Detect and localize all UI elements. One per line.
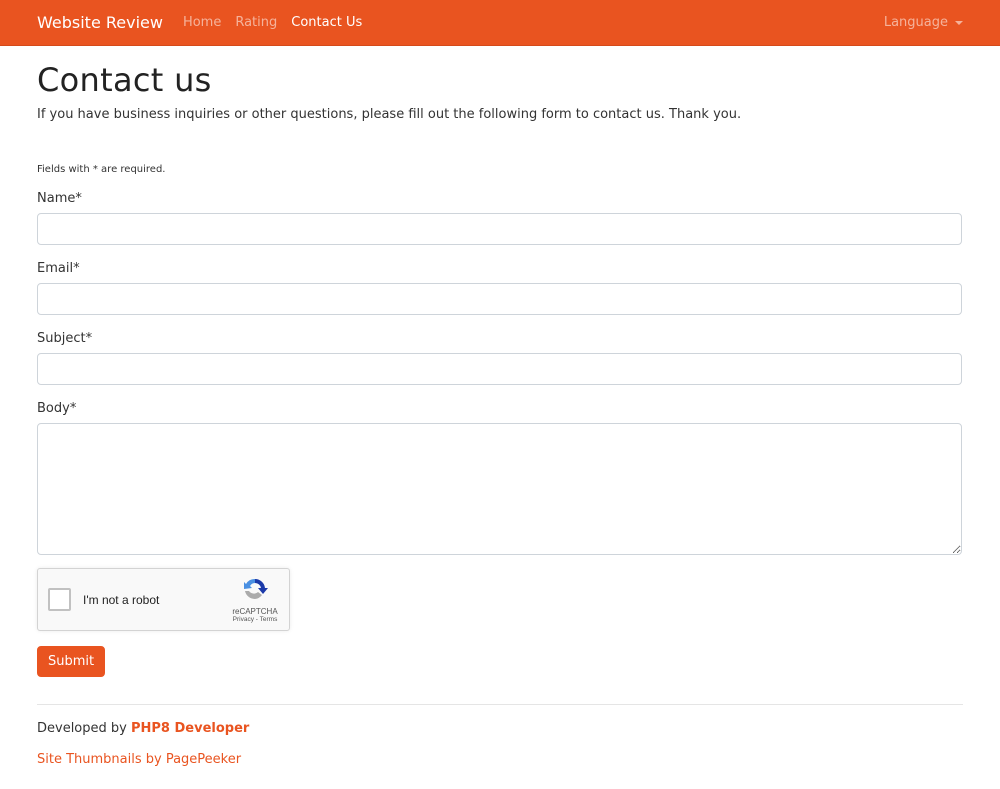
subject-input[interactable]	[37, 353, 962, 385]
name-label: Name*	[37, 191, 82, 206]
recaptcha-checkbox[interactable]	[48, 588, 71, 611]
pagepeeker-link[interactable]: Site Thumbnails by PagePeeker	[37, 752, 241, 767]
nav-contact-us[interactable]: Contact Us	[291, 15, 362, 30]
developer-link[interactable]: PHP8 Developer	[131, 721, 249, 736]
developed-by: Developed by PHP8 Developer	[37, 721, 963, 736]
main-content: Contact us If you have business inquirie…	[0, 61, 1000, 767]
recaptcha-logo-icon	[244, 578, 268, 600]
required-note: Fields with * are required.	[37, 164, 166, 175]
email-label: Email*	[37, 261, 80, 276]
submit-button[interactable]: Submit	[37, 646, 106, 677]
recaptcha-widget: I'm not a robot reCAPTCHA Privacy - Term…	[37, 568, 290, 631]
language-dropdown[interactable]: Language	[884, 15, 963, 30]
developed-by-text: Developed by	[37, 721, 131, 736]
email-input[interactable]	[37, 283, 962, 315]
nav-home[interactable]: Home	[183, 15, 221, 30]
language-label: Language	[883, 15, 948, 30]
intro-text: If you have business inquiries or other …	[37, 107, 742, 122]
brand-link[interactable]: Website Review	[37, 13, 163, 32]
contact-form: Name* Email* Subject* Body* I'm not a ro…	[37, 191, 963, 677]
name-input[interactable]	[37, 213, 962, 245]
recaptcha-label: I'm not a robot	[83, 592, 160, 607]
body-label: Body*	[37, 401, 77, 416]
caret-down-icon	[955, 20, 963, 25]
body-textarea[interactable]	[37, 423, 962, 555]
recaptcha-brand: reCAPTCHA	[232, 607, 278, 616]
recaptcha-terms-link[interactable]: Privacy - Terms	[230, 616, 280, 623]
footer-divider	[37, 704, 963, 705]
nav-rating[interactable]: Rating	[235, 15, 277, 30]
page-title: Contact us	[37, 61, 212, 99]
subject-label: Subject*	[37, 331, 93, 346]
navbar: Website Review Home Rating Contact Us La…	[0, 0, 1000, 46]
